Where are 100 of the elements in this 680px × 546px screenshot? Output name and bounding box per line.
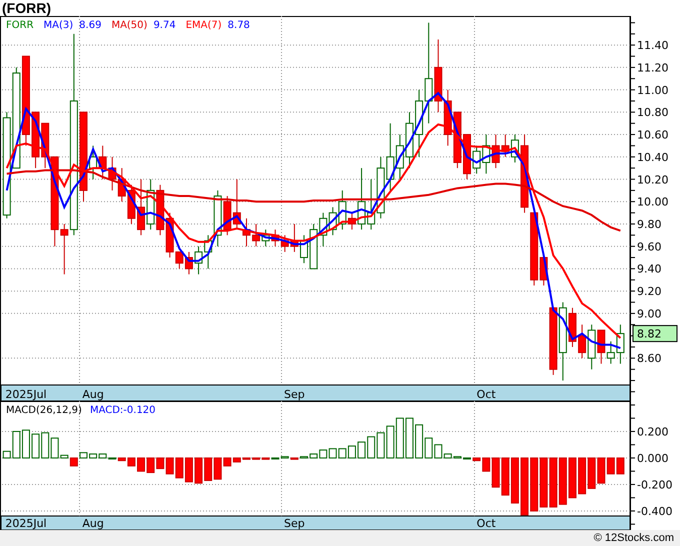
histogram-bar	[175, 457, 184, 478]
histogram-bar	[558, 457, 567, 505]
date-label: Oct	[476, 388, 496, 401]
axis-label: 9.80	[637, 218, 662, 231]
histogram-bar	[520, 457, 529, 516]
legend-label: MA(3)	[44, 20, 74, 31]
histogram-bar	[32, 434, 40, 458]
candlestick	[108, 156, 116, 191]
axis-label: 10.20	[637, 173, 668, 186]
candlestick	[89, 145, 98, 180]
candlestick	[358, 168, 366, 230]
legend-label: MACD(26,12,9)	[6, 405, 82, 416]
axis-label: -0.200	[637, 478, 672, 492]
candlestick	[588, 324, 596, 370]
histogram-bar	[616, 457, 624, 474]
histogram-bar	[80, 452, 88, 458]
date-label: Sep	[284, 388, 305, 401]
legend-value: 8.78	[228, 20, 250, 31]
histogram-bar	[396, 418, 404, 458]
axis-label: 10.40	[637, 150, 668, 164]
legend-label: FORR	[6, 20, 34, 31]
candlestick	[444, 89, 452, 146]
histogram-bar	[328, 448, 337, 458]
chart-title: (FORR)	[1, 0, 52, 16]
axis-label: 10.00	[637, 196, 668, 209]
last-price-tag: 8.82	[632, 325, 678, 342]
axis-label: 10.60	[637, 128, 668, 142]
candlestick	[319, 212, 328, 247]
axis-label: 9.40	[637, 262, 662, 276]
candlestick	[328, 206, 337, 236]
histogram-bar	[501, 457, 510, 496]
axis-label: 11.20	[637, 61, 668, 74]
candlestick	[156, 184, 164, 236]
candlestick	[405, 112, 414, 169]
histogram-bar	[156, 457, 164, 470]
histogram-bar	[242, 457, 250, 460]
candlestick	[549, 307, 558, 376]
candlestick	[510, 134, 519, 163]
histogram-bar	[568, 457, 576, 498]
date-label: Sep	[284, 517, 305, 530]
candlestick	[262, 229, 270, 247]
histogram-bar	[376, 432, 385, 458]
candlestick	[472, 145, 481, 174]
candlestick	[137, 178, 146, 236]
copyright-text: © 12Stocks.com	[594, 532, 674, 544]
axis-label: 0.200	[637, 425, 668, 438]
histogram-bar	[137, 457, 146, 472]
candlestick	[194, 246, 203, 275]
axis-label: -0.400	[637, 504, 672, 518]
histogram-bar	[463, 457, 471, 460]
histogram-bar	[166, 457, 174, 474]
histogram-bar	[22, 430, 30, 458]
legend-value: MACD:-0.120	[90, 405, 156, 416]
candlestick	[98, 145, 107, 180]
candlestick	[223, 196, 232, 236]
histogram-bar	[184, 457, 193, 482]
candlestick	[376, 156, 385, 219]
histogram-bar	[146, 457, 155, 474]
candlestick	[271, 229, 280, 247]
axis-label: 0.000	[637, 452, 668, 465]
legend-label: EMA(7)	[186, 20, 222, 31]
date-label: Aug	[82, 388, 104, 401]
candlestick	[482, 134, 490, 174]
axis-label: 9.60	[637, 240, 662, 254]
histogram-bar	[338, 448, 346, 458]
date-label: Aug	[82, 517, 104, 530]
candlestick	[146, 178, 155, 230]
histogram-bar	[204, 457, 212, 481]
histogram-bar	[386, 426, 394, 458]
candlestick	[127, 184, 136, 224]
candlestick	[252, 223, 260, 247]
legend-value: 9.74	[153, 20, 176, 31]
histogram-bar	[405, 418, 414, 458]
legend-label: MA(50)	[111, 20, 148, 31]
axis-label: 11.00	[637, 84, 668, 97]
date-label: 2025Jul	[5, 388, 47, 401]
candlestick	[232, 178, 241, 230]
histogram-bar	[510, 457, 519, 504]
histogram-bar	[367, 436, 376, 458]
histogram-bar	[358, 442, 366, 458]
candlestick	[578, 324, 586, 359]
histogram-bar	[540, 457, 548, 508]
histogram-bar	[348, 446, 356, 458]
axis-label: 8.60	[637, 352, 662, 366]
date-label: 2025Jul	[5, 517, 47, 530]
histogram-bar	[530, 457, 538, 512]
axis-label: 9.20	[637, 285, 662, 298]
candlestick	[184, 251, 193, 275]
axis-label: 9.00	[637, 307, 662, 320]
candlestick	[242, 218, 250, 247]
histogram-bar	[588, 457, 596, 489]
histogram-bar	[549, 457, 558, 508]
axis-label: 10.80	[637, 106, 668, 120]
date-label: Oct	[476, 517, 496, 530]
axis-label: 11.40	[637, 39, 668, 52]
candlestick	[367, 178, 376, 230]
histogram-bar	[194, 457, 203, 484]
candlestick	[118, 168, 126, 202]
legend-value: 8.69	[79, 20, 102, 31]
histogram-bar	[578, 457, 586, 494]
